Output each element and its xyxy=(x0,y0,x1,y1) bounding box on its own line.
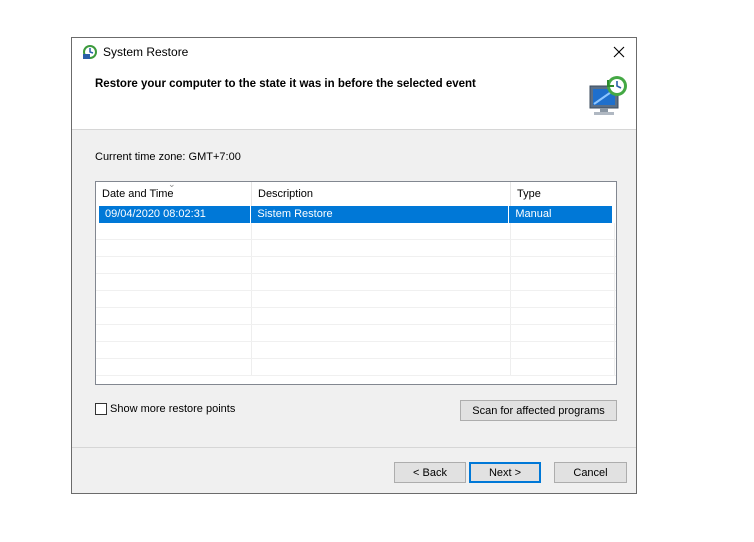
empty-row xyxy=(96,291,616,308)
restore-points-list[interactable]: ⌄ Date and Time Description Type 09/04/2… xyxy=(95,181,617,385)
empty-row xyxy=(96,359,616,376)
window-title: System Restore xyxy=(103,45,189,59)
empty-row xyxy=(96,308,616,325)
empty-row xyxy=(96,223,616,240)
row-type: Manual xyxy=(509,206,613,223)
empty-row xyxy=(96,257,616,274)
timezone-label: Current time zone: GMT+7:00 xyxy=(95,151,241,163)
divider xyxy=(72,447,636,448)
cancel-button[interactable]: Cancel xyxy=(554,462,627,483)
sort-arrow-icon: ⌄ xyxy=(168,181,176,189)
empty-row xyxy=(96,325,616,342)
close-button[interactable] xyxy=(608,42,630,62)
show-more-checkbox[interactable] xyxy=(95,403,107,415)
row-description: Sistem Restore xyxy=(251,206,510,223)
computer-restore-icon xyxy=(589,76,627,115)
dialog-heading: Restore your computer to the state it wa… xyxy=(95,78,476,90)
close-icon xyxy=(613,46,625,58)
next-button[interactable]: Next > xyxy=(469,462,541,483)
show-more-label: Show more restore points xyxy=(110,403,236,415)
row-date: 09/04/2020 08:02:31 xyxy=(99,206,252,223)
empty-row xyxy=(96,274,616,291)
scan-affected-programs-button[interactable]: Scan for affected programs xyxy=(460,400,617,421)
column-header-description[interactable]: Description xyxy=(252,182,511,206)
empty-row xyxy=(96,342,616,359)
empty-row xyxy=(96,240,616,257)
list-body: 09/04/2020 08:02:31 Sistem Restore Manua… xyxy=(96,206,616,384)
back-button[interactable]: < Back xyxy=(394,462,466,483)
table-row[interactable]: 09/04/2020 08:02:31 Sistem Restore Manua… xyxy=(99,206,613,223)
list-header: ⌄ Date and Time Description Type xyxy=(96,182,616,206)
column-header-type[interactable]: Type xyxy=(511,182,615,206)
show-more-option[interactable]: Show more restore points xyxy=(95,403,235,415)
dialog-header: System Restore Restore your computer to … xyxy=(72,38,636,130)
system-restore-icon xyxy=(83,45,97,59)
column-header-date[interactable]: ⌄ Date and Time xyxy=(96,182,252,206)
system-restore-dialog: System Restore Restore your computer to … xyxy=(71,37,637,494)
